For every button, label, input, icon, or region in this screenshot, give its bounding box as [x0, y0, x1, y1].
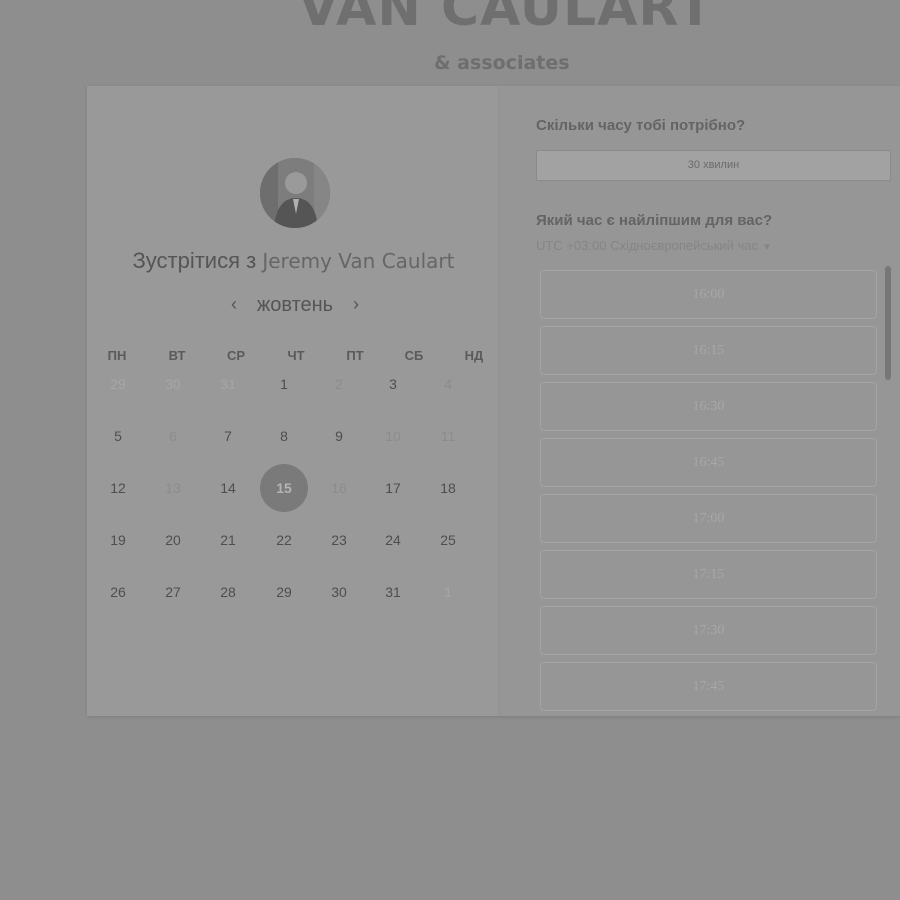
calendar-panel: Зустрітися з Jeremy Van Caulart ‹ жовтен… [87, 86, 500, 716]
calendar-day: 29 [110, 376, 126, 392]
calendar-day[interactable]: 14 [204, 464, 252, 512]
timezone-label: UTC +03:00 Східноєвропейський час [536, 238, 758, 253]
calendar-day[interactable]: 3 [369, 360, 417, 408]
calendar-day[interactable]: 29 [260, 568, 308, 616]
time-slot-button[interactable]: 16:00 [540, 270, 877, 319]
caret-down-icon: ▼ [761, 242, 772, 253]
calendar-day[interactable]: 31 [369, 568, 417, 616]
calendar-day[interactable]: 20 [149, 516, 197, 564]
calendar-day[interactable]: 25 [424, 516, 472, 564]
calendar-day[interactable]: 6 [149, 412, 197, 460]
booking-panel: Скільки часу тобі потрібно? 30 хвилин Як… [500, 86, 900, 716]
calendar-day: 31 [220, 376, 236, 392]
calendar-day: 1 [444, 584, 452, 600]
time-slot-list: 16:00 16:15 16:30 16:45 17:00 17:15 17:30 17:45 [500, 268, 900, 716]
calendar-day[interactable]: 27 [149, 568, 197, 616]
calendar-day[interactable]: 2 [315, 360, 363, 408]
calendar-day[interactable]: 12 [94, 464, 142, 512]
time-slot-button[interactable]: 17:15 [540, 550, 877, 599]
calendar-day[interactable]: 30 [315, 568, 363, 616]
calendar-day[interactable]: 19 [94, 516, 142, 564]
time-slot-button[interactable]: 16:45 [540, 438, 877, 487]
time-slot-button[interactable]: 17:00 [540, 494, 877, 543]
calendar-day[interactable]: 26 [94, 568, 142, 616]
calendar-day[interactable]: 22 [260, 516, 308, 564]
calendar-day[interactable]: 17 [369, 464, 417, 512]
calendar-day[interactable]: 28 [204, 568, 252, 616]
calendar-grid: 29 30 31 1 2 3 4 5 6 7 8 9 10 11 12 13 14 15 16 17 18 19 20 21 2… [87, 86, 500, 716]
duration-select[interactable]: 30 хвилин [536, 150, 891, 181]
calendar-day[interactable]: 1 [260, 360, 308, 408]
calendar-day[interactable]: 16 [315, 464, 363, 512]
time-slot-button[interactable]: 16:30 [540, 382, 877, 431]
calendar-day[interactable]: 23 [315, 516, 363, 564]
calendar-day[interactable]: 13 [149, 464, 197, 512]
calendar-day[interactable]: 9 [315, 412, 363, 460]
brand-tagline: & associates [434, 52, 570, 74]
calendar-day[interactable]: 8 [260, 412, 308, 460]
timezone-select[interactable]: UTC +03:00 Східноєвропейський час ▼ [536, 238, 772, 253]
time-slot-button[interactable]: 17:45 [540, 662, 877, 711]
calendar-day[interactable]: 15 [260, 464, 308, 512]
scrollbar-thumb[interactable] [885, 266, 891, 380]
calendar-day[interactable]: 5 [94, 412, 142, 460]
calendar-day[interactable]: 11 [424, 412, 472, 460]
brand-header: VAN CAULART & associates [0, 0, 900, 86]
calendar-day[interactable]: 4 [424, 360, 472, 408]
time-slot-button[interactable]: 17:30 [540, 606, 877, 655]
calendar-day[interactable]: 7 [204, 412, 252, 460]
calendar-day[interactable]: 21 [204, 516, 252, 564]
calendar-day: 30 [165, 376, 181, 392]
calendar-day[interactable]: 24 [369, 516, 417, 564]
duration-question: Скільки часу тобі потрібно? [536, 117, 746, 134]
calendar-day[interactable]: 10 [369, 412, 417, 460]
time-slot-button[interactable]: 16:15 [540, 326, 877, 375]
time-question: Який час є найліпшим для вас? [536, 212, 773, 229]
brand-logo: VAN CAULART [298, 0, 714, 38]
calendar-day[interactable]: 18 [424, 464, 472, 512]
